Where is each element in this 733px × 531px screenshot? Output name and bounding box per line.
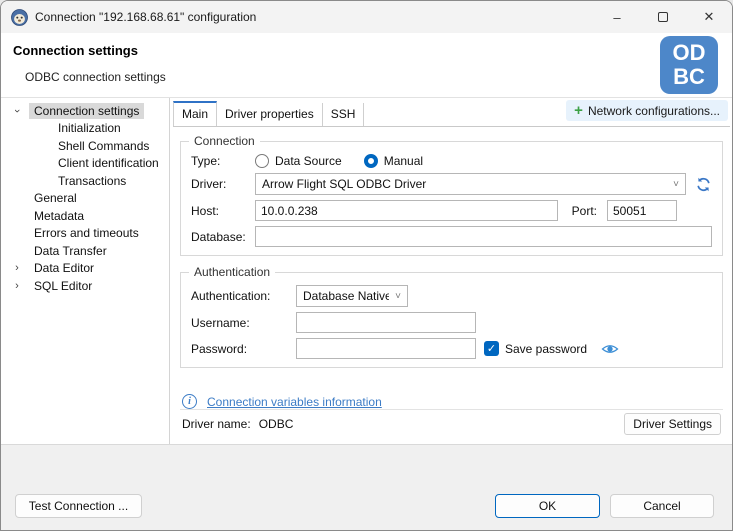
authentication-label: Authentication:: [191, 289, 296, 303]
username-label: Username:: [191, 316, 296, 330]
sidebar-item-initialization[interactable]: Initialization: [1, 120, 169, 138]
title-bar: Connection "192.168.68.61" configuration…: [1, 1, 732, 33]
authentication-group: Authentication Authentication: Database …: [180, 272, 723, 368]
driver-select[interactable]: Arrow Flight SQL ODBC Driver ˅: [255, 173, 686, 195]
sidebar-item-shell-commands[interactable]: Shell Commands: [1, 137, 169, 155]
minimize-icon: –: [613, 10, 620, 25]
authentication-select[interactable]: Database Native ˅: [296, 285, 408, 307]
save-password-label[interactable]: Save password: [505, 342, 587, 356]
odbc-logo-line2: BC: [673, 65, 705, 89]
database-input[interactable]: [255, 226, 712, 247]
tab-content: Connection Type: Data Source Manual Driv…: [173, 126, 730, 444]
dialog-body: › Connection settings Initialization She…: [1, 98, 732, 444]
connection-group-legend: Connection: [189, 134, 260, 148]
sidebar-item-general[interactable]: General: [1, 190, 169, 208]
dialog-footer: Test Connection ... OK Cancel: [1, 444, 732, 531]
driver-name-label: Driver name:: [182, 417, 251, 431]
cancel-button[interactable]: Cancel: [610, 494, 714, 518]
sidebar-item-data-editor[interactable]: › Data Editor: [1, 260, 169, 278]
driver-name-value: ODBC: [259, 417, 294, 431]
driver-name-row: Driver name: ODBC Driver Settings: [180, 410, 723, 438]
odbc-logo-line1: OD: [673, 41, 706, 65]
username-input[interactable]: [296, 312, 476, 333]
driver-settings-button[interactable]: Driver Settings: [624, 413, 721, 435]
port-label: Port:: [572, 204, 597, 218]
sidebar-item-errors-and-timeouts[interactable]: Errors and timeouts: [1, 225, 169, 243]
chevron-down-icon[interactable]: ›: [9, 105, 25, 117]
password-input[interactable]: [296, 338, 476, 359]
minimize-button[interactable]: –: [594, 1, 640, 33]
sidebar-item-metadata[interactable]: Metadata: [1, 207, 169, 225]
manual-radio[interactable]: [364, 154, 378, 168]
odbc-logo: OD BC: [660, 36, 718, 94]
password-label: Password:: [191, 342, 296, 356]
page-subtitle: ODBC connection settings: [25, 70, 166, 84]
type-label: Type:: [191, 154, 255, 168]
sidebar-item-sql-editor[interactable]: › SQL Editor: [1, 277, 169, 295]
username-row: Username:: [191, 312, 712, 333]
type-row: Type: Data Source Manual: [191, 154, 712, 168]
manual-radio-label[interactable]: Manual: [384, 154, 423, 168]
sidebar-item-connection-settings[interactable]: › Connection settings: [1, 102, 169, 120]
tab-main[interactable]: Main: [173, 101, 217, 127]
window-title: Connection "192.168.68.61" configuration: [35, 10, 256, 24]
chevron-down-icon: ˅: [395, 291, 401, 302]
password-row: Password: ✓ Save password: [191, 338, 712, 359]
refresh-drivers-button[interactable]: [695, 176, 712, 193]
test-connection-button[interactable]: Test Connection ...: [15, 494, 142, 518]
sidebar-item-transactions[interactable]: Transactions: [1, 172, 169, 190]
eye-icon: [601, 342, 619, 356]
authentication-group-legend: Authentication: [189, 265, 275, 279]
tab-ssh[interactable]: SSH: [323, 103, 365, 126]
refresh-icon: [695, 176, 712, 193]
database-label: Database:: [191, 230, 255, 244]
ok-button[interactable]: OK: [495, 494, 600, 518]
page-title: Connection settings: [13, 43, 138, 58]
sidebar-item-client-identification[interactable]: Client identification: [1, 155, 169, 173]
check-icon: ✓: [487, 342, 496, 355]
show-password-button[interactable]: [601, 342, 619, 356]
info-icon: i: [182, 394, 197, 409]
sidebar-item-data-transfer[interactable]: Data Transfer: [1, 242, 169, 260]
maximize-button[interactable]: [640, 1, 686, 33]
database-row: Database:: [191, 226, 712, 247]
authentication-row: Authentication: Database Native ˅: [191, 285, 712, 307]
data-source-radio-label[interactable]: Data Source: [275, 154, 342, 168]
plus-icon: +: [574, 102, 583, 119]
close-button[interactable]: ✕: [686, 1, 732, 33]
dialog-header: Connection settings ODBC connection sett…: [1, 33, 732, 98]
chevron-down-icon: ˅: [673, 179, 679, 190]
main-panel: Main Driver properties SSH + Network con…: [171, 98, 732, 444]
driver-label: Driver:: [191, 177, 255, 191]
tab-driver-properties[interactable]: Driver properties: [217, 103, 323, 126]
connection-variables-link[interactable]: Connection variables information: [207, 395, 382, 409]
settings-tree: › Connection settings Initialization She…: [1, 98, 170, 444]
host-row: Host: Port:: [191, 200, 712, 221]
save-password-checkbox[interactable]: ✓: [484, 341, 499, 356]
maximize-icon: [658, 12, 668, 22]
connection-configuration-dialog: Connection "192.168.68.61" configuration…: [0, 0, 733, 531]
close-icon: ✕: [704, 9, 715, 25]
host-input[interactable]: [255, 200, 558, 221]
dbeaver-app-icon: [11, 9, 28, 26]
data-source-radio[interactable]: [255, 154, 269, 168]
chevron-right-icon[interactable]: ›: [9, 280, 25, 292]
host-label: Host:: [191, 204, 255, 218]
connection-variables-row: i Connection variables information: [182, 394, 721, 409]
driver-row: Driver: Arrow Flight SQL ODBC Driver ˅: [191, 173, 712, 195]
port-input[interactable]: [607, 200, 677, 221]
network-configurations-button[interactable]: + Network configurations...: [566, 100, 728, 121]
connection-group: Connection Type: Data Source Manual Driv…: [180, 141, 723, 256]
chevron-right-icon[interactable]: ›: [9, 262, 25, 274]
